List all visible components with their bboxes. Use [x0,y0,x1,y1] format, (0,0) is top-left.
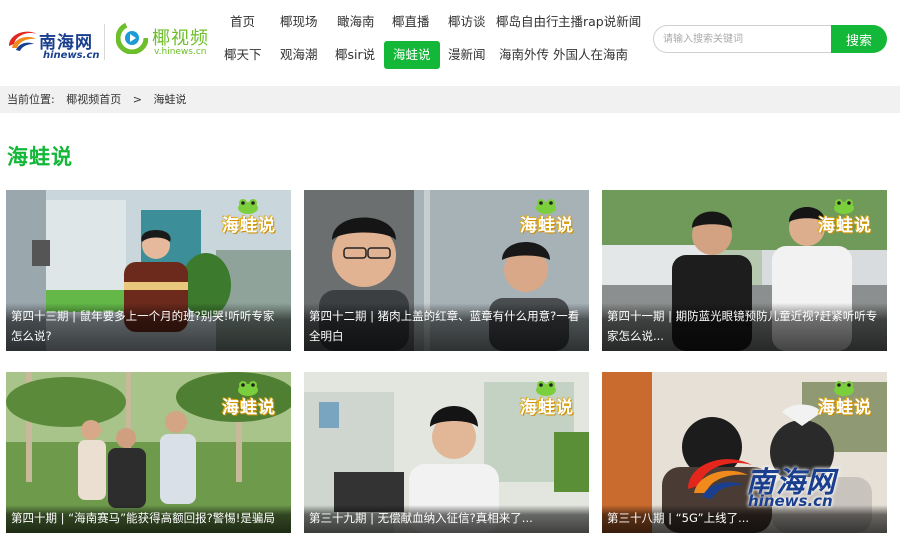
video-caption[interactable]: 第三十九期 | 无偿献血纳入征信?真相来了... [304,505,589,533]
hinews-swirl-icon [9,31,37,51]
breadcrumb-separator: > [132,93,142,106]
hinews-logo[interactable]: 南海网 hinews.cn [6,22,100,66]
breadcrumb-prefix: 当前位置: [7,93,55,106]
badge-text: 海蛙说 [222,398,276,418]
nav-item-hai-wa-shuo[interactable]: 海蛙说 [384,41,440,69]
nav-item-live-scene[interactable]: 椰现场 [274,8,324,36]
video-caption[interactable]: 第四十一期 | 期防蓝光眼镜预防儿童近视?赶紧听听专家怎么说... [602,303,887,351]
breadcrumb-home-link[interactable]: 椰视频首页 [66,93,121,106]
nav-item-ye-sir[interactable]: 椰sir说 [329,41,381,69]
site-header: 南海网 hinews.cn 椰视频 v.hinews.cn 首页 椰现场 瞰海南… [0,0,900,84]
badge-text: 海蛙说 [520,216,574,236]
badge-text: 海蛙说 [520,398,574,418]
search-box: 搜索 [653,25,887,53]
video-grid: 海蛙说 第四十三期 | 鼠年要多上一个月的班?别哭!听听专家怎么说? 海蛙说 第… [6,190,888,540]
search-input[interactable] [653,25,833,53]
video-card[interactable]: 海蛙说 第四十期 | “海南赛马”能获得高额回报?警惕!是骗局 [6,372,291,533]
hai-wa-shuo-badge: 海蛙说 [215,380,283,420]
ye-video-logo-en: v.hinews.cn [154,47,207,57]
video-caption[interactable]: 第四十三期 | 鼠年要多上一个月的班?别哭!听听专家怎么说? [6,303,291,351]
hai-wa-shuo-badge: 海蛙说 [811,380,879,420]
nav-item-sea-tide[interactable]: 观海潮 [274,41,324,69]
video-card[interactable]: 海蛙说 第四十三期 | 鼠年要多上一个月的班?别哭!听听专家怎么说? [6,190,291,351]
logo-divider [104,24,105,60]
breadcrumb-current: 海蛙说 [153,93,187,106]
hai-wa-shuo-badge: 海蛙说 [215,198,283,238]
video-caption[interactable]: 第四十期 | “海南赛马”能获得高额回报?警惕!是骗局 [6,505,291,533]
video-card[interactable]: 海蛙说 第四十一期 | 期防蓝光眼镜预防儿童近视?赶紧听听专家怎么说... [602,190,887,351]
video-caption[interactable]: 第四十二期 | 猪肉上盖的红章、蓝章有什么用意?一看全明白 [304,303,589,351]
video-caption[interactable]: 第三十八期 | “5G”上线了... [602,505,887,533]
ye-video-mark-icon [116,22,148,54]
search-button[interactable]: 搜索 [831,25,887,53]
breadcrumb: 当前位置: 椰视频首页 > 海蛙说 [0,86,900,113]
nav-item-hainan-story[interactable]: 海南外传 [493,41,555,69]
video-card[interactable]: 海蛙说 第四十二期 | 猪肉上盖的红章、蓝章有什么用意?一看全明白 [304,190,589,351]
nav-item-live-stream[interactable]: 椰直播 [386,8,436,36]
hai-wa-shuo-badge: 海蛙说 [513,380,581,420]
nav-item-ye-world[interactable]: 椰天下 [218,41,268,69]
nav-item-interview[interactable]: 椰访谈 [442,8,492,36]
nav-item-view-hainan[interactable]: 瞰海南 [331,8,381,36]
hinews-logo-en: hinews.cn [43,50,100,61]
nav-item-foreigners[interactable]: 外国人在海南 [547,41,634,69]
video-card[interactable]: 海蛙说 第三十八期 | “5G”上线了... [602,372,887,533]
badge-text: 海蛙说 [818,398,872,418]
badge-text: 海蛙说 [818,216,872,236]
page-title: 海蛙说 [7,145,73,169]
hai-wa-shuo-badge: 海蛙说 [811,198,879,238]
ye-video-logo[interactable]: 椰视频 v.hinews.cn [116,22,216,62]
nav-item-home[interactable]: 首页 [224,8,261,36]
hai-wa-shuo-badge: 海蛙说 [513,198,581,238]
nav-item-comic-news[interactable]: 漫新闻 [442,41,492,69]
badge-text: 海蛙说 [222,216,276,236]
nav-item-rap-news[interactable]: 主播rap说新闻 [552,8,647,36]
video-card[interactable]: 海蛙说 第三十九期 | 无偿献血纳入征信?真相来了... [304,372,589,533]
